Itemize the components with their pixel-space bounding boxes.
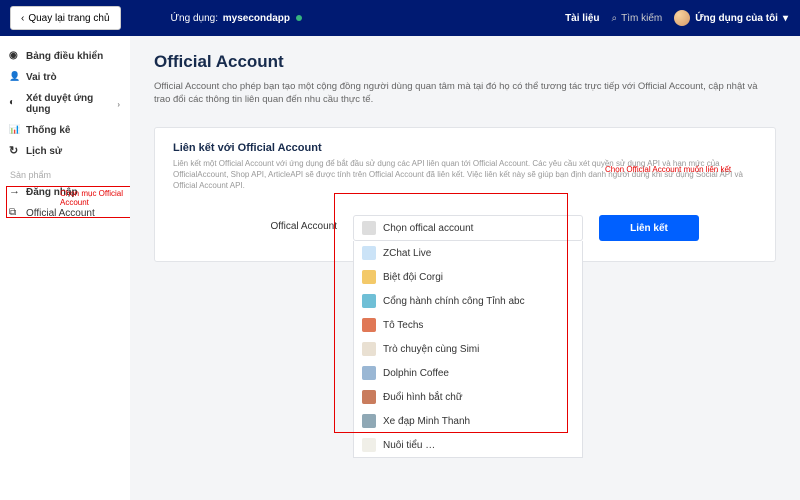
dropdown-option[interactable]: Đuổi hình bắt chữ	[354, 385, 582, 409]
back-button[interactable]: ‹ Quay lại trang chủ	[10, 6, 121, 30]
page-title: Official Account	[154, 52, 776, 72]
dropdown-option[interactable]: Xe đạp Minh Thanh	[354, 409, 582, 433]
my-apps-label: Ứng dụng của tôi	[695, 13, 778, 24]
option-thumb-icon	[362, 294, 376, 308]
dropdown-option[interactable]: Trò chuyện cùng Simi	[354, 337, 582, 361]
dropdown-selected[interactable]: Chọn offical account	[353, 215, 583, 241]
option-thumb-icon	[362, 342, 376, 356]
annotation-text-dropdown: Chọn Official Account muốn liên kết	[605, 165, 731, 174]
chevron-down-icon: ▾	[783, 13, 788, 24]
top-bar: ‹ Quay lại trang chủ Ứng dụng: myseconda…	[0, 0, 800, 36]
selected-label: Chọn offical account	[383, 223, 473, 234]
chevron-left-icon: ‹	[21, 13, 24, 24]
chevron-right-icon: ›	[117, 100, 120, 109]
option-label: Biệt đội Corgi	[383, 272, 443, 283]
sidebar-item-label: Lịch sử	[26, 146, 62, 157]
app-label: Ứng dụng: mysecondapp	[171, 13, 302, 24]
selected-thumb-icon	[362, 221, 376, 235]
panel-desc: Liên kết một Official Account với ứng dụ…	[173, 158, 757, 192]
option-thumb-icon	[362, 246, 376, 260]
status-dot-icon	[296, 15, 302, 21]
option-thumb-icon	[362, 414, 376, 428]
sidebar-item-roles[interactable]: Vai trò	[0, 67, 130, 88]
sidebar-item-label: Xét duyệt ứng dụng	[26, 93, 111, 115]
sidebar-item-label: Official Account	[26, 208, 95, 219]
dropdown-option[interactable]: Biệt đội Corgi	[354, 265, 582, 289]
dropdown-menu: ZChat Live Biệt đội Corgi Cổng hành chín…	[353, 241, 583, 458]
search-input[interactable]: ⌕ Tìm kiếm	[606, 11, 669, 26]
option-label: Dolphin Coffee	[383, 368, 449, 379]
option-thumb-icon	[362, 270, 376, 284]
option-label: Nuôi tiểu …	[383, 440, 435, 451]
option-label: Tô Techs	[383, 320, 423, 331]
panel-title: Liên kết với Official Account	[173, 142, 757, 154]
page-desc: Official Account cho phép bạn tạo một cộ…	[154, 80, 776, 107]
sidebar-item-label: Thống kê	[26, 125, 70, 136]
back-label: Quay lại trang chủ	[28, 13, 109, 24]
option-label: Xe đạp Minh Thanh	[383, 416, 470, 427]
sidebar-item-review[interactable]: Xét duyệt ứng dụng ›	[0, 88, 130, 120]
sidebar-item-history[interactable]: Lịch sử	[0, 141, 130, 162]
option-thumb-icon	[362, 318, 376, 332]
history-icon	[10, 147, 20, 157]
main-content: Official Account Official Account cho ph…	[130, 36, 800, 500]
review-icon	[10, 99, 20, 109]
option-label: Đuổi hình bắt chữ	[383, 392, 463, 403]
sidebar-item-label: Bảng điều khiển	[26, 51, 103, 62]
search-icon: ⌕	[612, 13, 618, 24]
option-thumb-icon	[362, 438, 376, 452]
option-thumb-icon	[362, 366, 376, 380]
dropdown-option[interactable]: Cổng hành chính công Tỉnh abc	[354, 289, 582, 313]
official-account-icon	[10, 209, 20, 219]
option-label: Trò chuyện cùng Simi	[383, 344, 479, 355]
option-thumb-icon	[362, 390, 376, 404]
dropdown-option[interactable]: Tô Techs	[354, 313, 582, 337]
dropdown-option[interactable]: Dolphin Coffee	[354, 361, 582, 385]
login-icon	[10, 188, 20, 198]
dashboard-icon	[10, 52, 20, 62]
docs-link[interactable]: Tài liệu	[565, 13, 599, 24]
dropdown-option[interactable]: Nuôi tiểu …	[354, 433, 582, 457]
link-button[interactable]: Liên kết	[599, 215, 699, 241]
search-placeholder: Tìm kiếm	[621, 13, 662, 24]
option-label: ZChat Live	[383, 248, 431, 259]
role-icon	[10, 73, 20, 83]
sidebar-item-stats[interactable]: Thống kê	[0, 120, 130, 141]
sidebar: Bảng điều khiển Vai trò Xét duyệt ứng dụ…	[0, 36, 130, 500]
sidebar-group-products: Sản phẩm	[0, 162, 130, 182]
oa-dropdown[interactable]: Chọn offical account ZChat Live Biệt đội…	[353, 215, 583, 241]
dropdown-option[interactable]: ZChat Live	[354, 241, 582, 265]
sidebar-item-label: Vai trò	[26, 72, 57, 83]
stats-icon	[10, 126, 20, 136]
sidebar-item-dashboard[interactable]: Bảng điều khiển	[0, 46, 130, 67]
avatar-icon	[674, 10, 690, 26]
my-apps-menu[interactable]: Ứng dụng của tôi ▾	[674, 10, 788, 26]
option-label: Cổng hành chính công Tỉnh abc	[383, 296, 525, 307]
annotation-text-sidebar: Chọn mục Official Account	[60, 189, 130, 207]
app-name: mysecondapp	[223, 13, 290, 24]
link-oa-panel: Liên kết với Official Account Liên kết m…	[154, 127, 776, 263]
field-label-oa: Offical Account	[173, 215, 353, 232]
